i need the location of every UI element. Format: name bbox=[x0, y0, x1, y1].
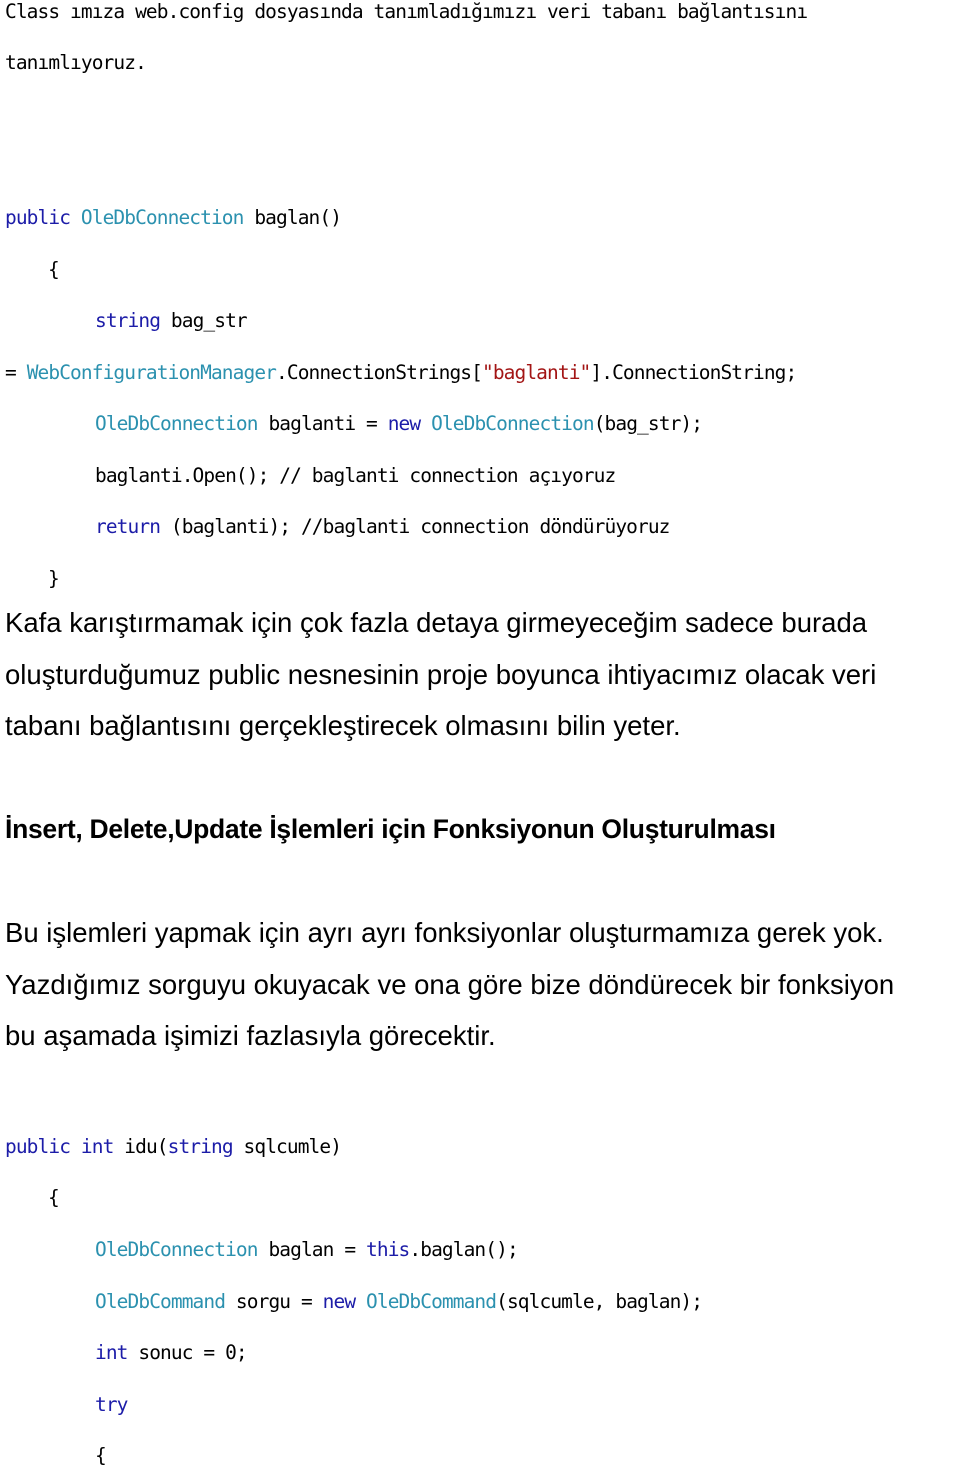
keyword: int bbox=[95, 1341, 128, 1364]
code-text: idu( bbox=[113, 1135, 168, 1158]
code-baglan-signature: public OleDbConnection baglan() bbox=[5, 206, 342, 229]
code-text: ].ConnectionString; bbox=[590, 361, 797, 384]
code-close-brace: } bbox=[48, 567, 60, 590]
code-text: .baglan(); bbox=[409, 1238, 518, 1261]
paragraph-1-line-2: oluşturduğumuz public nesnesinin proje b… bbox=[5, 659, 877, 690]
code-line-connection-string: = WebConfigurationManager.ConnectionStri… bbox=[5, 361, 797, 384]
keyword: new bbox=[387, 412, 421, 435]
type-name: OleDbConnection bbox=[95, 1238, 259, 1261]
code-idu-signature: public int idu(string sqlcumle) bbox=[5, 1135, 342, 1158]
keyword: this bbox=[366, 1238, 410, 1261]
code-open-brace: { bbox=[48, 1186, 60, 1209]
code-text: sorgu = bbox=[225, 1290, 323, 1313]
code-line-sonuc: int sonuc = 0; bbox=[95, 1341, 248, 1364]
keyword: int bbox=[80, 1135, 114, 1158]
keyword: return bbox=[95, 515, 161, 538]
code-text: sqlcumle) bbox=[232, 1135, 342, 1158]
type-name: OleDbCommand bbox=[366, 1290, 497, 1313]
intro-line-2: tanımlıyoruz. bbox=[5, 51, 147, 74]
paragraph-1-line-3: tabanı bağlantısını gerçekleştirecek olm… bbox=[5, 710, 681, 741]
keyword: string bbox=[95, 309, 161, 332]
code-text: baglanti = bbox=[257, 412, 388, 435]
intro-line-1: Class ımıza web.config dosyasında tanıml… bbox=[5, 0, 808, 23]
code-text: bag_str bbox=[160, 309, 248, 332]
keyword: public bbox=[5, 1135, 71, 1158]
code-try-open-brace: { bbox=[95, 1444, 107, 1467]
code-open-brace: { bbox=[48, 258, 60, 281]
code-text: baglan() bbox=[243, 206, 342, 229]
code-text: (bag_str); bbox=[593, 412, 703, 435]
paragraph-1-line-1: Kafa karıştırmamak için çok fazla detaya… bbox=[5, 607, 868, 638]
keyword: try bbox=[95, 1393, 128, 1416]
keyword: public bbox=[5, 206, 71, 229]
type-name: OleDbConnection bbox=[95, 412, 259, 435]
keyword: string bbox=[167, 1135, 234, 1158]
code-line-try: try bbox=[95, 1393, 128, 1416]
type-name: OleDbConnection bbox=[80, 206, 245, 229]
section-heading: İnsert, Delete,Update İşlemleri için Fon… bbox=[5, 814, 776, 844]
paragraph-2-line-2: Yazdığımız sorguyu okuyacak ve ona göre … bbox=[5, 969, 895, 1000]
type-name: OleDbConnection bbox=[431, 412, 595, 435]
paragraph-2-line-1: Bu işlemleri yapmak için ayrı ayrı fonks… bbox=[5, 917, 884, 948]
code-line-open: baglanti.Open(); // baglanti connection … bbox=[95, 464, 616, 487]
string-literal: "baglanti" bbox=[481, 361, 591, 384]
code-text: (baglanti); //baglanti connection döndür… bbox=[160, 515, 671, 538]
code-text: = bbox=[5, 361, 27, 384]
code-line-baglan: OleDbConnection baglan = this.baglan(); bbox=[95, 1238, 519, 1261]
code-line-return: return (baglanti); //baglanti connection… bbox=[95, 515, 670, 538]
code-line-command: OleDbCommand sorgu = new OleDbCommand(sq… bbox=[95, 1290, 703, 1313]
code-line-new-connection: OleDbConnection baglanti = new OleDbConn… bbox=[95, 412, 703, 435]
code-text: sonuc = 0; bbox=[127, 1341, 247, 1364]
type-name: OleDbCommand bbox=[95, 1290, 226, 1313]
paragraph-2-line-3: bu aşamada işimizi fazlasıyla görecektir… bbox=[5, 1020, 496, 1051]
code-text: .ConnectionStrings[ bbox=[276, 361, 483, 384]
code-text: (sqlcumle, baglan); bbox=[496, 1290, 703, 1313]
code-line-bag-str: string bag_str bbox=[95, 309, 248, 332]
type-name: WebConfigurationManager bbox=[26, 361, 277, 384]
keyword: new bbox=[322, 1290, 356, 1313]
code-text: baglan = bbox=[257, 1238, 367, 1261]
